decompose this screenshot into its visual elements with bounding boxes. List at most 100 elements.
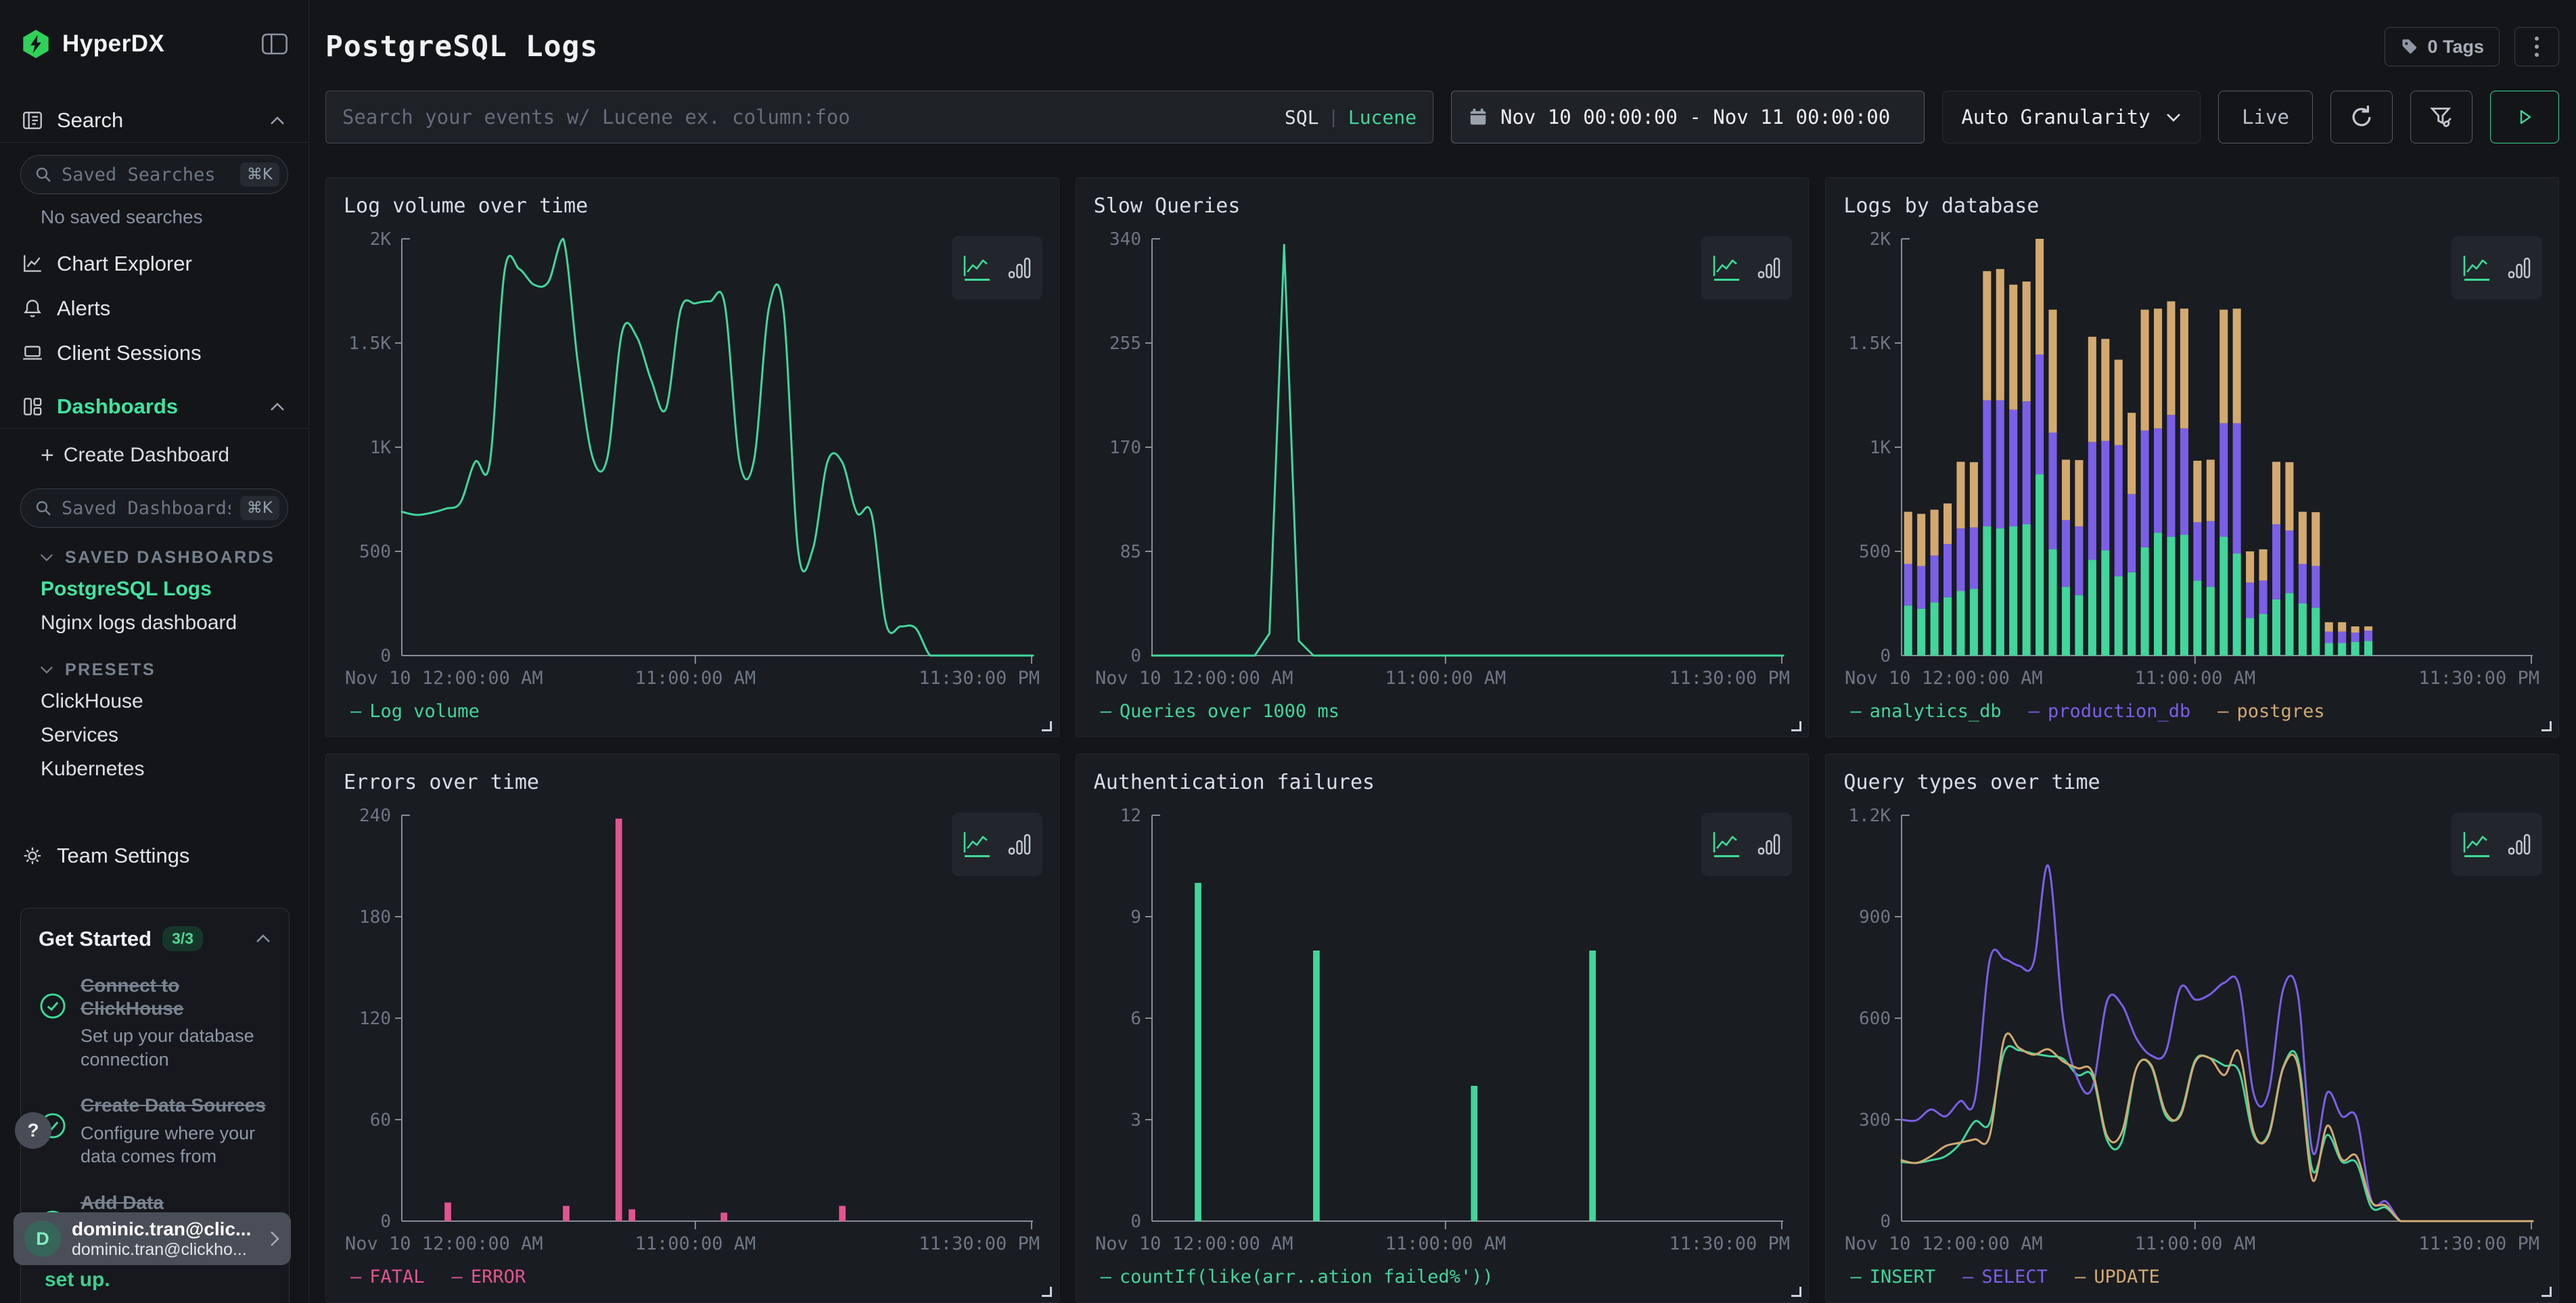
sidebar-preset-kubernetes[interactable]: Kubernetes xyxy=(0,752,308,786)
line-chart-toggle-icon[interactable] xyxy=(1711,254,1742,282)
svg-text:Nov 10 12:00:00 AM: Nov 10 12:00:00 AM xyxy=(345,668,543,689)
bar-chart-toggle-icon[interactable] xyxy=(1755,254,1782,281)
legend-item[interactable]: —Log volume xyxy=(350,701,480,722)
legend-label: Queries over 1000 ms xyxy=(1120,701,1339,722)
panel-resize-handle[interactable] xyxy=(1042,721,1052,731)
dashboard-link-label: Nginx logs dashboard xyxy=(41,612,237,635)
chart-svg: 03006009001.2KNov 10 12:00:00 AM11:00:00… xyxy=(1843,800,2541,1259)
legend-item[interactable]: —SELECT xyxy=(1962,1266,2048,1287)
chart-panel-3: Logs by database05001K1.5K2KNov 10 12:00… xyxy=(1825,177,2559,737)
create-dashboard-label: Create Dashboard xyxy=(64,444,229,467)
sidebar-section-search[interactable]: Search xyxy=(0,99,308,142)
query-toolbar: SQL | Lucene Nov 10 00:00:00 - Nov 11 00… xyxy=(325,91,2559,143)
svg-text:180: 180 xyxy=(359,907,391,928)
sidebar-dashboard-postgresql-logs[interactable]: PostgreSQL Logs xyxy=(0,572,308,606)
granularity-select[interactable]: Auto Granularity xyxy=(1942,91,2201,143)
sidebar-nav: Chart Explorer Alerts Client Sessions xyxy=(0,242,308,375)
help-button[interactable]: ? xyxy=(15,1112,51,1149)
chart-plot-area: 05001K1.5K2KNov 10 12:00:00 AM11:00:00 A… xyxy=(344,224,1041,693)
sidebar-item-chart-explorer[interactable]: Chart Explorer xyxy=(0,242,308,286)
line-chart-toggle-icon[interactable] xyxy=(2461,254,2492,282)
create-dashboard-button[interactable]: + Create Dashboard xyxy=(0,434,308,476)
chart-plot-area: 060120180240Nov 10 12:00:00 AM11:00:00 A… xyxy=(344,800,1041,1259)
legend-item[interactable]: —countIf(like(arr..ation failed%')) xyxy=(1101,1266,1494,1287)
svg-text:11:00:00 AM: 11:00:00 AM xyxy=(635,668,756,689)
panel-resize-handle[interactable] xyxy=(2542,721,2552,731)
svg-text:0: 0 xyxy=(1130,1212,1141,1232)
bar-chart-toggle-icon[interactable] xyxy=(1006,831,1033,858)
svg-text:1.5K: 1.5K xyxy=(1849,334,1891,354)
panel-resize-handle[interactable] xyxy=(2542,1287,2552,1297)
kebab-icon xyxy=(2534,35,2539,58)
bar-chart-toggle-icon[interactable] xyxy=(1755,831,1782,858)
legend-item[interactable]: —UPDATE xyxy=(2075,1266,2160,1287)
bar-chart-toggle-icon[interactable] xyxy=(2506,254,2533,281)
get-started-item-desc: Configure where your data comes from xyxy=(80,1122,277,1168)
alerts-label: Alerts xyxy=(57,296,110,321)
panel-resize-handle[interactable] xyxy=(1042,1287,1052,1297)
dashboard-grid: Log volume over time05001K1.5K2KNov 10 1… xyxy=(325,177,2559,1303)
time-range-picker[interactable]: Nov 10 00:00:00 - Nov 11 00:00:00 xyxy=(1451,91,1925,143)
chart-plot-area: 03006009001.2KNov 10 12:00:00 AM11:00:00… xyxy=(1843,800,2541,1259)
svg-text:2K: 2K xyxy=(1870,229,1891,250)
legend-label: postgres xyxy=(2237,701,2325,722)
bar-chart-toggle-icon[interactable] xyxy=(1006,254,1033,281)
chart-svg: 085170255340Nov 10 12:00:00 AM11:00:00 A… xyxy=(1094,224,1791,693)
sidebar-item-alerts[interactable]: Alerts xyxy=(0,286,308,331)
svg-text:Nov 10 12:00:00 AM: Nov 10 12:00:00 AM xyxy=(1845,668,2043,689)
legend-item[interactable]: —analytics_db xyxy=(1850,701,2001,722)
lucene-mode-toggle[interactable]: Lucene xyxy=(1348,106,1417,129)
panel-resize-handle[interactable] xyxy=(1791,721,1801,731)
svg-text:11:30:00 PM: 11:30:00 PM xyxy=(2419,1233,2540,1254)
more-menu-button[interactable] xyxy=(2514,27,2559,66)
line-chart-toggle-icon[interactable] xyxy=(2461,830,2492,859)
sidebar-section-dashboards[interactable]: Dashboards xyxy=(0,385,308,428)
sql-mode-toggle[interactable]: SQL xyxy=(1285,106,1319,129)
filter-button[interactable] xyxy=(2410,91,2472,143)
chart-svg: 060120180240Nov 10 12:00:00 AM11:00:00 A… xyxy=(344,800,1041,1259)
run-query-button[interactable] xyxy=(2490,91,2559,143)
sidebar-collapse-button[interactable] xyxy=(261,32,288,56)
legend-item[interactable]: —INSERT xyxy=(1850,1266,1935,1287)
sidebar-item-client-sessions[interactable]: Client Sessions xyxy=(0,331,308,375)
saved-searches-field[interactable] xyxy=(62,164,231,185)
svg-text:1K: 1K xyxy=(1870,438,1891,458)
legend-label: FATAL xyxy=(369,1266,424,1287)
get-started-header[interactable]: Get Started 3/3 xyxy=(39,926,271,951)
svg-text:240: 240 xyxy=(359,806,391,826)
saved-searches-input[interactable]: ⌘K xyxy=(20,155,288,194)
event-search-input[interactable] xyxy=(342,106,1272,129)
saved-dashboards-group-header[interactable]: SAVED DASHBOARDS xyxy=(0,543,308,572)
legend-item[interactable]: —FATAL xyxy=(350,1266,425,1287)
sidebar-preset-services[interactable]: Services xyxy=(0,718,308,752)
plus-icon: + xyxy=(41,442,54,469)
user-menu[interactable]: D dominic.tran@clic... dominic.tran@clic… xyxy=(14,1212,291,1265)
get-started-item-connect[interactable]: Connect to ClickHouse Set up your databa… xyxy=(39,974,271,1071)
saved-dashboards-input[interactable]: ⌘K xyxy=(20,488,288,528)
tags-button[interactable]: 0 Tags xyxy=(2385,27,2500,66)
sidebar-dashboard-nginx-logs[interactable]: Nginx logs dashboard xyxy=(0,606,308,640)
event-search: SQL | Lucene xyxy=(325,91,1433,143)
legend-swatch: — xyxy=(452,1266,463,1287)
refresh-icon xyxy=(2348,104,2375,131)
legend-item[interactable]: — postgres xyxy=(2217,701,2324,722)
line-chart-toggle-icon[interactable] xyxy=(961,254,992,282)
presets-group-header[interactable]: PRESETS xyxy=(0,655,308,685)
get-started-item-sources[interactable]: Create Data Sources Configure where your… xyxy=(39,1094,271,1168)
panel-resize-handle[interactable] xyxy=(1791,1287,1801,1297)
legend-swatch: — xyxy=(1850,701,1861,722)
legend-swatch: — xyxy=(2217,701,2228,722)
legend-item[interactable]: —Queries over 1000 ms xyxy=(1101,701,1339,722)
refresh-button[interactable] xyxy=(2330,91,2393,143)
sidebar-preset-clickhouse[interactable]: ClickHouse xyxy=(0,685,308,718)
live-button[interactable]: Live xyxy=(2218,91,2313,143)
saved-dashboards-field[interactable] xyxy=(62,498,231,519)
bell-icon xyxy=(20,297,45,320)
line-chart-toggle-icon[interactable] xyxy=(961,830,992,859)
line-chart-toggle-icon[interactable] xyxy=(1711,830,1742,859)
sidebar-item-team-settings[interactable]: Team Settings xyxy=(0,833,308,878)
chart-panel-6: Query types over time03006009001.2KNov 1… xyxy=(1825,754,2559,1303)
bar-chart-toggle-icon[interactable] xyxy=(2506,831,2533,858)
legend-item[interactable]: —production_db xyxy=(2029,701,2191,722)
legend-item[interactable]: —ERROR xyxy=(452,1266,526,1287)
